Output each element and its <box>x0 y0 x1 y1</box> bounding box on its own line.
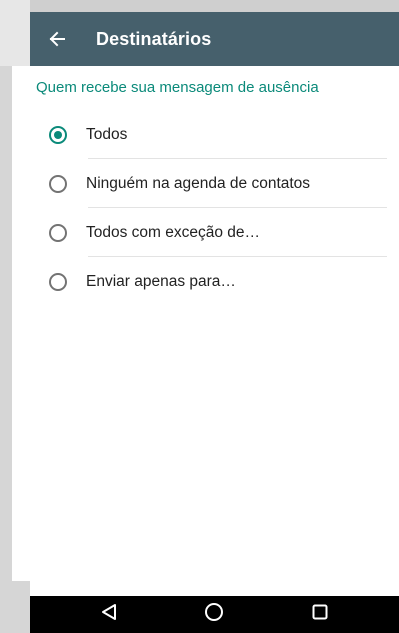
device-frame: Destinatários Quem recebe sua mensagem d… <box>0 0 399 633</box>
nav-recents-button[interactable] <box>300 600 340 630</box>
system-nav-bar <box>30 596 399 633</box>
option-label: Enviar apenas para… <box>86 272 236 290</box>
nav-back-button[interactable] <box>89 600 129 630</box>
arrow-left-icon <box>49 31 65 47</box>
option-label: Ninguém na agenda de contatos <box>86 174 311 192</box>
background-panel <box>12 66 30 581</box>
nav-home-button[interactable] <box>194 600 234 630</box>
app-toolbar: Destinatários <box>30 12 399 66</box>
radio-button-checked[interactable] <box>49 125 67 144</box>
circle-home-icon <box>204 602 224 627</box>
radio-button[interactable] <box>49 272 67 291</box>
triangle-back-icon <box>100 603 118 626</box>
radio-button[interactable] <box>49 174 67 193</box>
square-recents-icon <box>311 603 329 626</box>
screen: Destinatários Quem recebe sua mensagem d… <box>30 12 399 633</box>
option-todos-com-excecao[interactable]: Todos com exceção de… <box>30 208 399 257</box>
option-ninguem-na-agenda[interactable]: Ninguém na agenda de contatos <box>30 159 399 208</box>
background-strip-top <box>0 0 30 66</box>
option-enviar-apenas-para[interactable]: Enviar apenas para… <box>30 257 399 306</box>
background-strip <box>0 0 30 633</box>
section-header: Quem recebe sua mensagem de ausência <box>36 79 319 96</box>
back-button[interactable] <box>30 12 84 66</box>
content: Quem recebe sua mensagem de ausência Tod… <box>30 66 399 306</box>
option-label: Todos <box>86 125 128 143</box>
page-title: Destinatários <box>96 28 212 49</box>
option-label: Todos com exceção de… <box>86 223 261 241</box>
option-todos[interactable]: Todos <box>30 110 399 159</box>
radio-button[interactable] <box>49 223 67 242</box>
